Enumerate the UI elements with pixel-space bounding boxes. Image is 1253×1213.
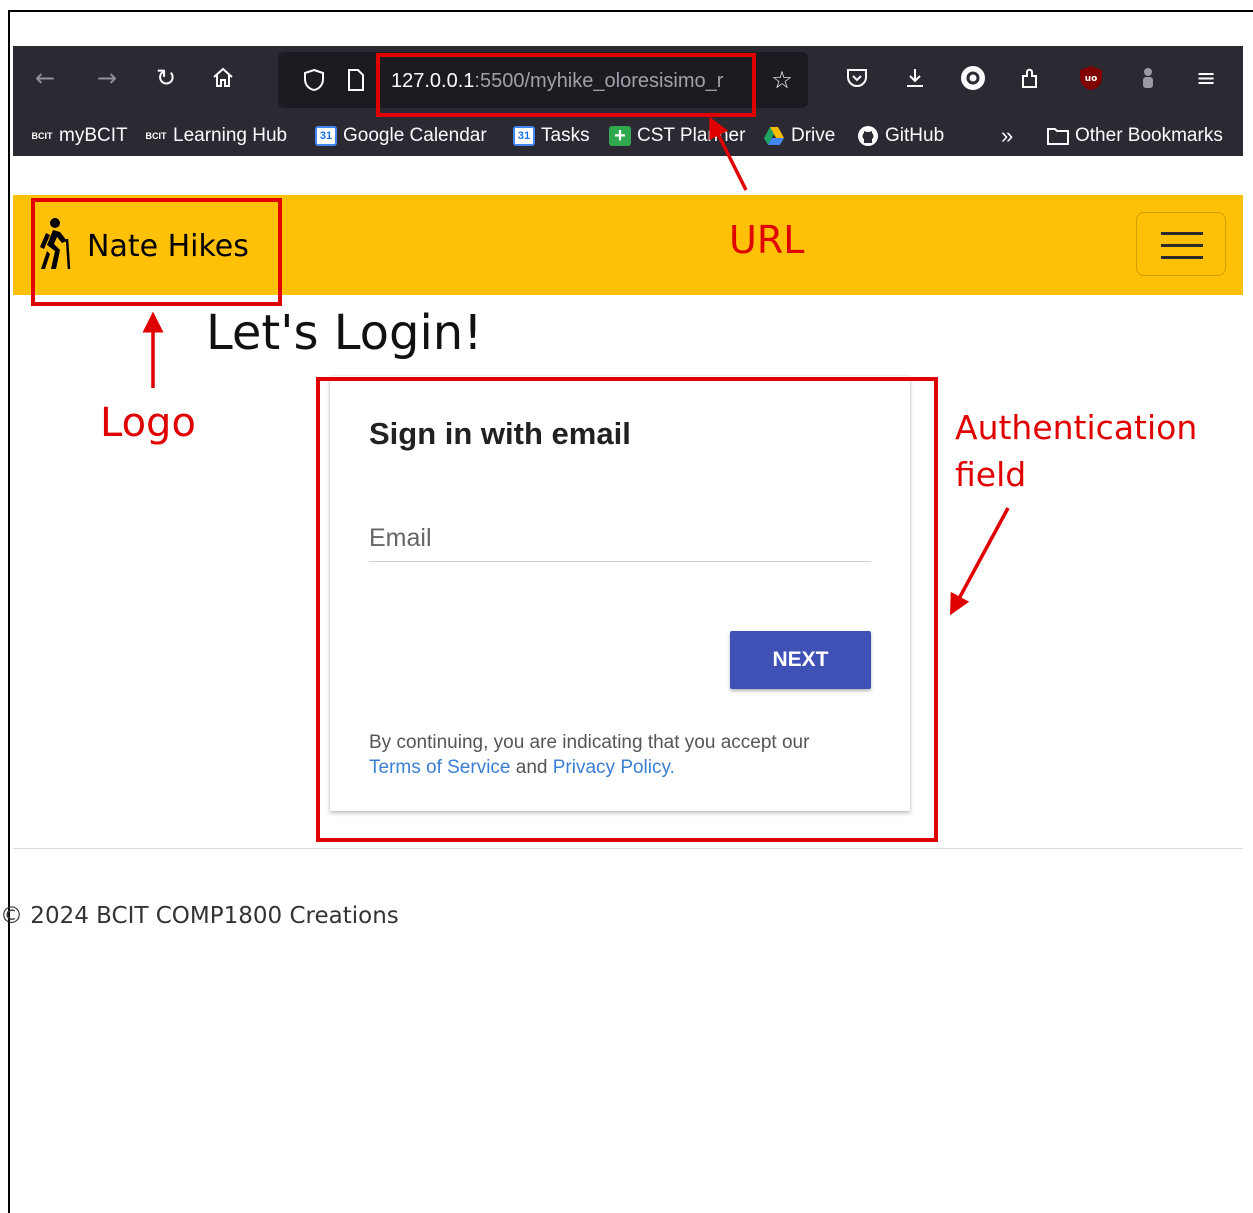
drive-icon [763, 126, 785, 146]
bookmark-learning-hub[interactable]: BCIT Learning Hub [145, 124, 287, 148]
footer-divider [13, 848, 1243, 849]
other-bookmarks[interactable]: Other Bookmarks [1047, 124, 1223, 148]
hamburger-line [1161, 244, 1203, 247]
extension-icon[interactable] [1130, 60, 1166, 96]
pocket-icon[interactable] [839, 60, 875, 96]
bcit-icon: BCIT [145, 126, 167, 146]
bookmark-label: CST Planner [637, 125, 746, 146]
menu-icon[interactable]: ≡ [1188, 60, 1224, 96]
bookmark-drive[interactable]: Drive [763, 124, 835, 148]
bookmark-tasks[interactable]: 31 Tasks [513, 124, 590, 148]
bookmark-google-calendar[interactable]: 31 Google Calendar [315, 124, 487, 148]
plus-icon: + [609, 125, 631, 147]
github-icon [857, 126, 879, 146]
bookmark-cst-planner[interactable]: + CST Planner [609, 124, 745, 148]
hamburger-line [1161, 256, 1203, 259]
bookmark-label: myBCIT [59, 125, 128, 146]
bookmark-github[interactable]: GitHub [857, 124, 944, 148]
navbar-toggle-button[interactable] [1136, 212, 1226, 276]
reload-icon[interactable]: ↻ [148, 60, 184, 96]
bookmark-mybcit[interactable]: BCIT myBCIT [31, 124, 128, 148]
auth-annotation-line1: Authentication [955, 408, 1198, 447]
bookmark-label: Google Calendar [343, 125, 487, 146]
page-icon[interactable] [338, 62, 374, 98]
auth-highlight-box [316, 377, 938, 842]
bookmark-label: GitHub [885, 125, 945, 146]
folder-icon [1047, 126, 1069, 146]
svg-text:uo: uo [1085, 74, 1098, 84]
page-title: Let's Login! [206, 305, 483, 361]
forward-icon[interactable]: → [89, 60, 125, 96]
bcit-icon: BCIT [31, 126, 53, 146]
bookmark-label: Drive [791, 125, 836, 146]
logo-highlight-box [31, 198, 282, 306]
account-icon[interactable] [955, 60, 991, 96]
bookmarks-bar: BCIT myBCIT BCIT Learning Hub 31 Google … [13, 114, 1243, 156]
bookmark-label: Tasks [541, 125, 590, 146]
calendar-icon: 31 [315, 126, 337, 146]
calendar-icon: 31 [513, 126, 535, 146]
extensions-icon[interactable] [1013, 60, 1049, 96]
home-icon[interactable] [205, 60, 241, 96]
ublock-icon[interactable]: uo [1073, 60, 1109, 96]
url-annotation: URL [729, 218, 805, 262]
star-icon[interactable]: ☆ [764, 62, 800, 98]
url-highlight-box [376, 53, 756, 117]
download-icon[interactable] [897, 60, 933, 96]
auth-annotation-line2: field [955, 455, 1027, 494]
footer-copyright: © 2024 BCIT COMP1800 Creations [0, 903, 399, 929]
more-bookmarks-icon[interactable]: » [1001, 123, 1013, 148]
shield-icon[interactable] [296, 62, 332, 98]
bookmark-label: Other Bookmarks [1075, 125, 1223, 146]
logo-annotation: Logo [100, 400, 196, 446]
back-icon[interactable]: ← [27, 60, 63, 96]
hamburger-line [1161, 232, 1203, 235]
bookmark-label: Learning Hub [173, 125, 288, 146]
